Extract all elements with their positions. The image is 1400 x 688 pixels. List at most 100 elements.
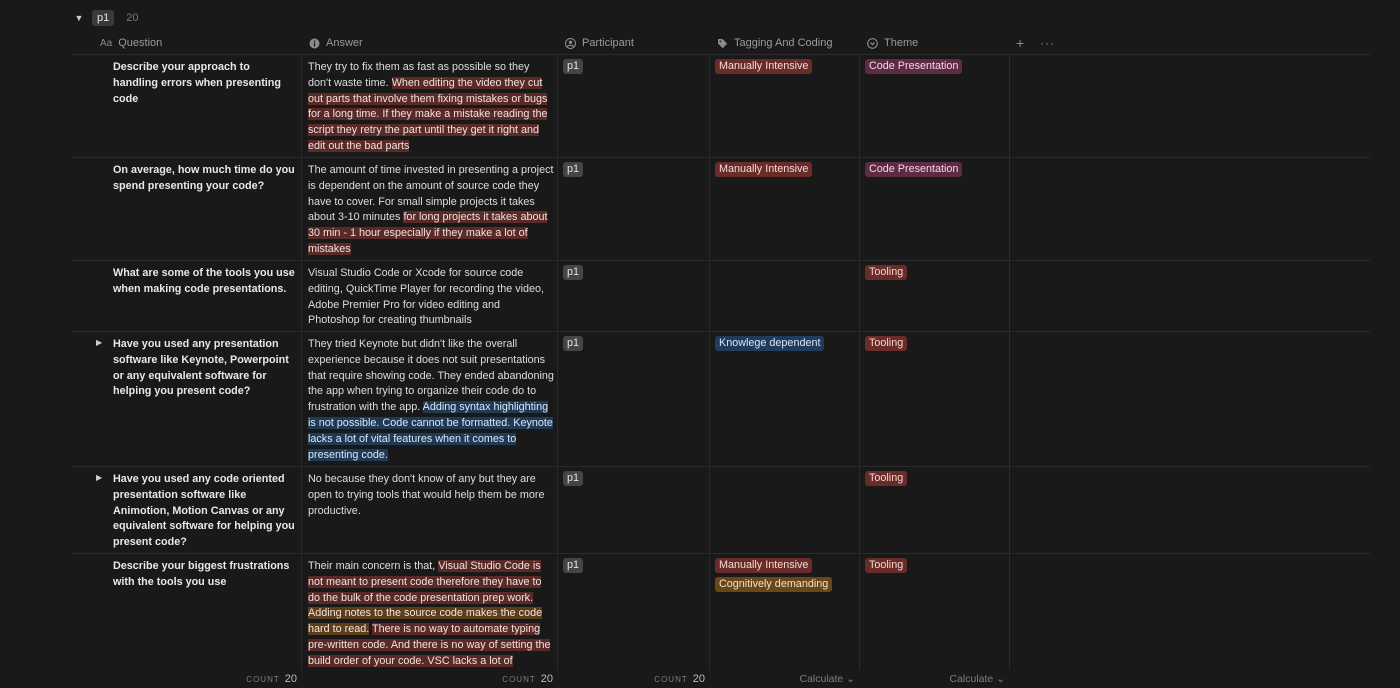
- count-value: 20: [692, 673, 705, 685]
- table-row[interactable]: ▶ Have you used any code oriented presen…: [72, 467, 1370, 554]
- count-label: COUNT: [654, 674, 688, 684]
- theme-cell[interactable]: Tooling: [859, 261, 1010, 331]
- participant-chip[interactable]: p1: [563, 471, 584, 486]
- column-header-label: Tagging And Coding: [734, 37, 833, 49]
- answer-cell[interactable]: They tried Keynote but didn't like the o…: [301, 332, 558, 466]
- table-row[interactable]: ▶ Have you used any presentation softwar…: [72, 332, 1370, 467]
- answer-segment: Visual Studio Code or Xcode for source c…: [308, 267, 545, 327]
- tagging-cell[interactable]: [709, 467, 860, 553]
- row-expand-toggle[interactable]: ▶: [96, 338, 102, 347]
- group-label[interactable]: p1: [92, 10, 115, 26]
- count-label: COUNT: [502, 674, 536, 684]
- footer-count-answer[interactable]: COUNT 20: [301, 670, 553, 688]
- more-options-button[interactable]: ···: [1040, 32, 1055, 54]
- count-label: COUNT: [246, 674, 280, 684]
- theme-chip[interactable]: Tooling: [865, 336, 908, 351]
- question-text: Describe your biggest frustrations with …: [113, 560, 290, 588]
- theme-cell[interactable]: Code Presentation: [859, 158, 1010, 260]
- footer-count-participant[interactable]: COUNT 20: [557, 670, 705, 688]
- question-cell[interactable]: What are some of the tools you use when …: [72, 261, 302, 331]
- participant-cell[interactable]: p1: [557, 332, 710, 466]
- participant-chip[interactable]: p1: [563, 558, 584, 573]
- footer-calculate-tagging[interactable]: Calculate ⌄: [709, 670, 856, 688]
- table-row[interactable]: What are some of the tools you use when …: [72, 261, 1370, 332]
- footer-count-question[interactable]: COUNT 20: [72, 670, 297, 688]
- table-footer: COUNT 20 COUNT 20 COUNT 20 Calculate ⌄ C…: [72, 670, 1370, 688]
- tagging-cell[interactable]: Manually Intensive: [709, 158, 860, 260]
- theme-chip[interactable]: Tooling: [865, 471, 908, 486]
- column-header-question[interactable]: Aa Question: [100, 32, 162, 54]
- answer-segment: Their main concern is that,: [308, 560, 439, 572]
- question-text: Have you used any code oriented presenta…: [113, 473, 295, 549]
- calculate-dropdown[interactable]: Calculate ⌄: [800, 673, 856, 685]
- circle-chevron-icon: [867, 37, 878, 49]
- question-text: Have you used any presentation software …: [113, 338, 289, 398]
- column-header-answer[interactable]: Answer: [309, 32, 363, 54]
- answer-segment: No because they don't know of any but th…: [308, 473, 545, 517]
- participant-cell[interactable]: p1: [557, 261, 710, 331]
- question-cell[interactable]: Describe your approach to handling error…: [72, 55, 302, 157]
- answer-cell[interactable]: No because they don't know of any but th…: [301, 467, 558, 553]
- answer-cell[interactable]: Visual Studio Code or Xcode for source c…: [301, 261, 558, 331]
- answer-text: They tried Keynote but didn't like the o…: [308, 337, 554, 463]
- participant-chip[interactable]: p1: [563, 336, 584, 351]
- participant-cell[interactable]: p1: [557, 554, 710, 670]
- theme-chip[interactable]: Code Presentation: [865, 59, 963, 74]
- theme-cell[interactable]: Tooling: [859, 467, 1010, 553]
- table-row[interactable]: On average, how much time do you spend p…: [72, 158, 1370, 261]
- count-value: 20: [284, 673, 297, 685]
- tag-chip[interactable]: Manually Intensive: [715, 558, 813, 573]
- calculate-dropdown[interactable]: Calculate ⌄: [950, 673, 1006, 685]
- answer-text: No because they don't know of any but th…: [308, 472, 554, 519]
- question-cell[interactable]: ▶ Have you used any code oriented presen…: [72, 467, 302, 553]
- info-icon: [309, 38, 320, 49]
- tag-chip[interactable]: Manually Intensive: [715, 162, 813, 177]
- answer-cell[interactable]: They try to fix them as fast as possible…: [301, 55, 558, 157]
- answer-text: The amount of time invested in presentin…: [308, 163, 554, 258]
- column-header-label: Participant: [582, 37, 634, 49]
- tagging-cell[interactable]: Manually Intensive Cognitively demanding: [709, 554, 860, 670]
- tag-chip[interactable]: Cognitively demanding: [715, 577, 833, 592]
- question-cell[interactable]: On average, how much time do you spend p…: [72, 158, 302, 260]
- participant-cell[interactable]: p1: [557, 467, 710, 553]
- group-header: ▼ p1 20: [74, 9, 139, 27]
- add-column-button[interactable]: +: [1016, 32, 1024, 54]
- question-cell[interactable]: ▶ Have you used any presentation softwar…: [72, 332, 302, 466]
- participant-chip[interactable]: p1: [563, 59, 584, 74]
- column-header-label: Theme: [884, 37, 919, 49]
- person-icon: [565, 37, 576, 49]
- theme-cell[interactable]: Tooling: [859, 554, 1010, 670]
- theme-cell[interactable]: Code Presentation: [859, 55, 1010, 157]
- answer-text: Visual Studio Code or Xcode for source c…: [308, 266, 554, 329]
- column-header-theme[interactable]: Theme: [867, 32, 918, 54]
- tagging-cell[interactable]: [709, 261, 860, 331]
- tag-chip[interactable]: Knowlege dependent: [715, 336, 825, 351]
- participant-chip[interactable]: p1: [563, 162, 584, 177]
- table-body: Describe your approach to handling error…: [72, 55, 1370, 670]
- table-row[interactable]: Describe your approach to handling error…: [72, 55, 1370, 158]
- theme-chip[interactable]: Tooling: [865, 558, 908, 573]
- count-value: 20: [540, 673, 553, 685]
- group-collapse-toggle[interactable]: ▼: [74, 13, 84, 23]
- answer-cell[interactable]: Their main concern is that, Visual Studi…: [301, 554, 558, 670]
- table-row[interactable]: Describe your biggest frustrations with …: [72, 554, 1370, 670]
- table-header: Aa Question Answer Participant Tagging A…: [72, 32, 1370, 55]
- tagging-cell[interactable]: Manually Intensive: [709, 55, 860, 157]
- column-header-tagging[interactable]: Tagging And Coding: [717, 32, 832, 54]
- theme-chip[interactable]: Code Presentation: [865, 162, 963, 177]
- theme-cell[interactable]: Tooling: [859, 332, 1010, 466]
- row-expand-toggle[interactable]: ▶: [96, 473, 102, 482]
- participant-cell[interactable]: p1: [557, 158, 710, 260]
- tag-chip[interactable]: Manually Intensive: [715, 59, 813, 74]
- column-header-participant[interactable]: Participant: [565, 32, 634, 54]
- question-cell[interactable]: Describe your biggest frustrations with …: [72, 554, 302, 670]
- answer-cell[interactable]: The amount of time invested in presentin…: [301, 158, 558, 260]
- participant-cell[interactable]: p1: [557, 55, 710, 157]
- column-header-label: Question: [118, 37, 163, 49]
- footer-calculate-theme[interactable]: Calculate ⌄: [859, 670, 1006, 688]
- theme-chip[interactable]: Tooling: [865, 265, 908, 280]
- answer-text: Their main concern is that, Visual Studi…: [308, 559, 554, 670]
- tagging-cell[interactable]: Knowlege dependent: [709, 332, 860, 466]
- column-header-label: Answer: [326, 37, 363, 49]
- participant-chip[interactable]: p1: [563, 265, 584, 280]
